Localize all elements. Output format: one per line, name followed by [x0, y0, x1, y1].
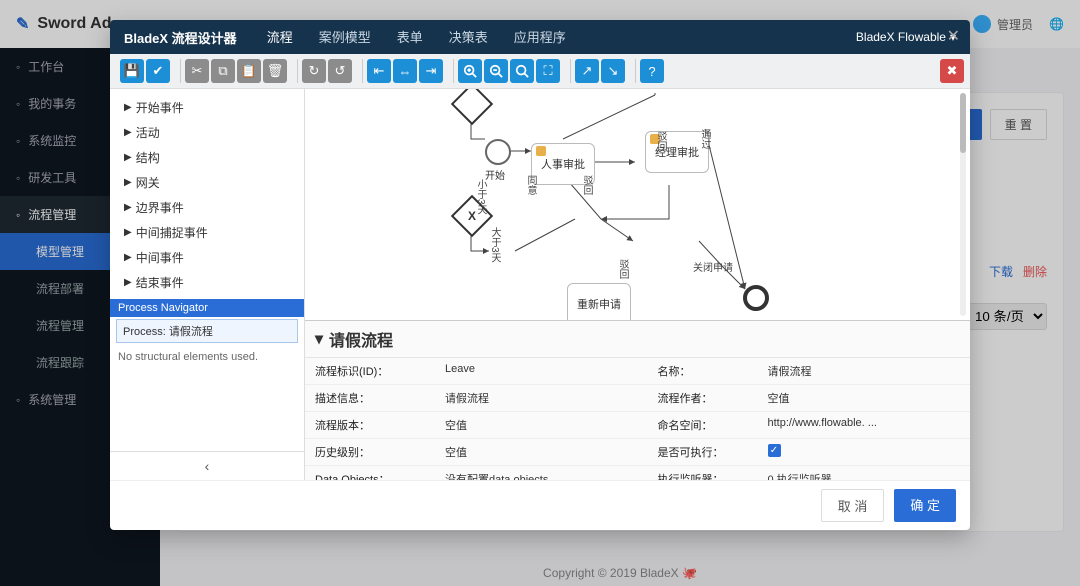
properties-title[interactable]: ▾ 请假流程 [305, 321, 970, 358]
palette-item[interactable]: ▶结束事件 [110, 270, 304, 295]
task-reapply[interactable]: 重新申请 [567, 283, 631, 320]
edge-gt3-label: 大于3天 [487, 227, 502, 263]
end-event[interactable] [743, 285, 769, 311]
caret-right-icon: ▶ [124, 127, 132, 138]
header-tabs: 流程案例模型表单决策表应用程序 [265, 20, 568, 56]
process-navigator-note: No structural elements used. [110, 345, 304, 451]
header-tab[interactable]: 应用程序 [512, 20, 568, 56]
undo-icon[interactable]: ↺ [328, 59, 352, 83]
checkbox-checked-icon[interactable]: ✓ [768, 444, 781, 457]
modal-title: BladeX 流程设计器 [124, 28, 237, 47]
prop-value[interactable]: 0 执行监听器 [758, 466, 971, 480]
chevron-down-icon: ▾ [315, 329, 323, 349]
header-tab[interactable]: 案例模型 [317, 20, 373, 56]
zoom-in-icon[interactable] [458, 59, 482, 83]
start-event[interactable] [485, 139, 511, 165]
zoom-fit-icon[interactable]: ⛶ [536, 59, 560, 83]
prop-key: 名称： [648, 358, 758, 385]
close-icon[interactable]: ✕ [947, 26, 960, 46]
start-event-label: 开始 [485, 167, 505, 182]
header-dropdown[interactable]: BladeX Flowable ▾ [856, 30, 956, 44]
palette-item[interactable]: ▶活动 [110, 120, 304, 145]
help-icon[interactable]: ? [640, 59, 664, 83]
prop-value[interactable]: 空值 [435, 412, 648, 439]
prop-value[interactable]: 空值 [758, 385, 971, 412]
prop-key: 是否可执行： [648, 439, 758, 466]
header-tab[interactable]: 决策表 [447, 20, 490, 56]
modal-header: BladeX 流程设计器 流程案例模型表单决策表应用程序 BladeX Flow… [110, 20, 970, 54]
palette: ▶开始事件▶活动▶结构▶网关▶边界事件▶中间捕捉事件▶中间事件▶结束事件▶泳道▶… [110, 89, 304, 299]
prop-value[interactable]: http://www.flowable. ... [758, 412, 971, 439]
align-left-icon[interactable]: ⇤ [367, 59, 391, 83]
caret-right-icon: ▶ [124, 277, 132, 288]
move-back-icon[interactable]: ↘ [601, 59, 625, 83]
prop-key: 流程作者： [648, 385, 758, 412]
paste-icon[interactable]: 📋 [237, 59, 261, 83]
zoom-reset-icon[interactable] [510, 59, 534, 83]
save-icon[interactable]: 💾 [120, 59, 144, 83]
designer-modal: ✕ BladeX 流程设计器 流程案例模型表单决策表应用程序 BladeX Fl… [110, 20, 970, 530]
zoom-out-icon[interactable] [484, 59, 508, 83]
move-front-icon[interactable]: ↗ [575, 59, 599, 83]
edge-reject2-label: 驳回 [579, 175, 594, 195]
header-dropdown-label: BladeX Flowable [856, 30, 946, 44]
canvas-scrollbar-thumb[interactable] [960, 93, 966, 153]
cut-icon[interactable]: ✂ [185, 59, 209, 83]
process-navigator-selected[interactable]: Process: 请假流程 [116, 319, 298, 343]
ok-button[interactable]: 确 定 [894, 489, 956, 522]
prop-value[interactable]: 请假流程 [758, 358, 971, 385]
caret-right-icon: ▶ [124, 227, 132, 238]
prop-key: 命名空间： [648, 412, 758, 439]
edge-close-label: 关闭申请 [693, 259, 733, 274]
copy-icon[interactable]: ⧉ [211, 59, 235, 83]
modal-body: ▶开始事件▶活动▶结构▶网关▶边界事件▶中间捕捉事件▶中间事件▶结束事件▶泳道▶… [110, 89, 970, 480]
prop-value[interactable]: 空值 [435, 439, 648, 466]
palette-item[interactable]: ▶结构 [110, 145, 304, 170]
prop-key: 流程版本： [305, 412, 435, 439]
caret-right-icon: ▶ [124, 177, 132, 188]
align-center-icon[interactable]: ⇔ [393, 59, 417, 83]
edge-lt3-label: 小于3天 [473, 179, 488, 215]
toolbar: 💾 ✔ ✂ ⧉ 📋 🗑 ↻ ↺ ⇤ ⇔ ⇥ ⛶ ↗ ↘ ? [110, 54, 970, 89]
edge-pass-label: 通过 [697, 129, 712, 149]
redo-icon[interactable]: ↻ [302, 59, 326, 83]
edge-agree-label: 同意 [523, 175, 538, 195]
prop-value[interactable]: Leave [435, 358, 648, 385]
prop-key: 描述信息： [305, 385, 435, 412]
collapse-left-icon[interactable]: ‹ [110, 451, 304, 480]
close-toolbar-icon[interactable]: ✖ [940, 59, 964, 83]
prop-key: 执行监听器： [648, 466, 758, 480]
caret-right-icon: ▶ [124, 202, 132, 213]
properties-grid: 流程标识(ID)：Leave名称：请假流程描述信息：请假流程流程作者：空值流程版… [305, 358, 970, 480]
process-navigator-header: Process Navigator [110, 299, 304, 317]
palette-item[interactable]: ▶边界事件 [110, 195, 304, 220]
header-tab[interactable]: 流程 [265, 20, 295, 56]
palette-item[interactable]: ▶中间事件 [110, 245, 304, 270]
prop-key: Data Objects： [305, 466, 435, 480]
edge-reject1-label: 驳回 [653, 131, 668, 151]
prop-value[interactable]: ✓ [758, 439, 971, 466]
left-panel: ▶开始事件▶活动▶结构▶网关▶边界事件▶中间捕捉事件▶中间事件▶结束事件▶泳道▶… [110, 89, 305, 480]
canvas-column: 开始 人事审批 经理审批 重新申请 调整申请 X 小于3天 大于3天 同意 驳回… [305, 89, 970, 480]
palette-item[interactable]: ▶网关 [110, 170, 304, 195]
header-tab[interactable]: 表单 [395, 20, 425, 56]
cancel-button[interactable]: 取 消 [821, 489, 885, 522]
prop-key: 流程标识(ID)： [305, 358, 435, 385]
palette-item[interactable]: ▶开始事件 [110, 95, 304, 120]
palette-item[interactable]: ▶中间捕捉事件 [110, 220, 304, 245]
prop-value[interactable]: 请假流程 [435, 385, 648, 412]
modal-footer: 取 消 确 定 [110, 480, 970, 530]
validate-icon[interactable]: ✔ [146, 59, 170, 83]
caret-right-icon: ▶ [124, 252, 132, 263]
diagram-canvas[interactable]: 开始 人事审批 经理审批 重新申请 调整申请 X 小于3天 大于3天 同意 驳回… [305, 89, 970, 320]
delete-icon[interactable]: 🗑 [263, 59, 287, 83]
caret-right-icon: ▶ [124, 102, 132, 113]
caret-right-icon: ▶ [124, 152, 132, 163]
prop-key: 历史级别： [305, 439, 435, 466]
diagram-edges [305, 89, 970, 320]
align-right-icon[interactable]: ⇥ [419, 59, 443, 83]
properties-panel: ▾ 请假流程 流程标识(ID)：Leave名称：请假流程描述信息：请假流程流程作… [305, 320, 970, 480]
edge-back-label: 驳回 [615, 259, 630, 279]
prop-value[interactable]: 没有配置data objects [435, 466, 648, 480]
